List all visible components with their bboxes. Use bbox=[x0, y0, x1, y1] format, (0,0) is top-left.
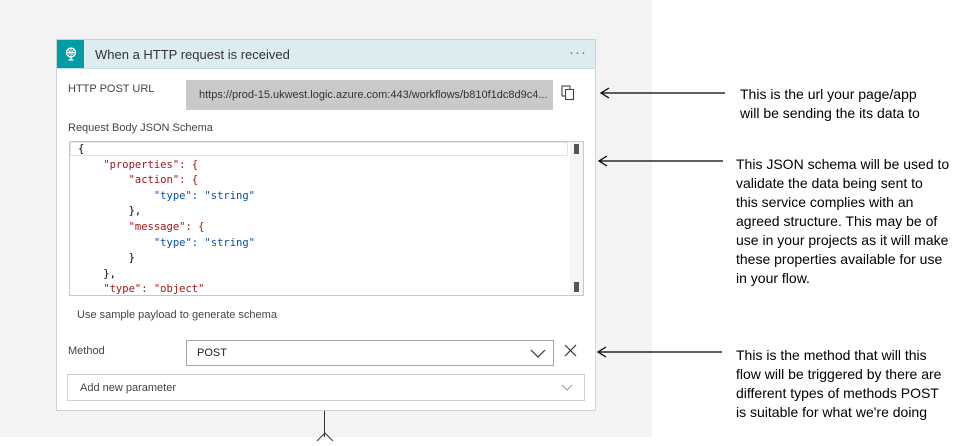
chevron-down-icon[interactable] bbox=[529, 346, 547, 365]
annotation-schema: This JSON schema will be used to validat… bbox=[736, 155, 949, 288]
annotation-arrow-method bbox=[596, 345, 723, 363]
chevron-down-icon[interactable] bbox=[560, 381, 574, 399]
schema-label: Request Body JSON Schema bbox=[68, 122, 213, 134]
method-value: POST bbox=[197, 347, 227, 359]
code-line: { bbox=[78, 143, 85, 155]
schema-code[interactable]: { "properties": { "action": { "type": "s… bbox=[78, 142, 256, 296]
more-options-icon[interactable]: ··· bbox=[569, 44, 587, 61]
annotation-line: This is the method that will this bbox=[736, 347, 927, 363]
close-icon[interactable] bbox=[564, 344, 577, 362]
code-line: "properties": { bbox=[78, 158, 199, 171]
code-line: }, bbox=[78, 205, 142, 218]
annotation-line: these properties available for use bbox=[736, 251, 943, 267]
method-dropdown[interactable]: POST bbox=[186, 340, 554, 366]
scroll-thumb-bottom[interactable] bbox=[574, 282, 579, 292]
connector-arrow-icon bbox=[316, 428, 334, 446]
annotation-arrow-schema bbox=[597, 154, 724, 172]
code-line: "action": { bbox=[78, 174, 199, 187]
annotation-line: agreed structure. This may be of bbox=[736, 213, 938, 229]
annotation-line: this service complies with an bbox=[736, 194, 914, 210]
method-label: Method bbox=[68, 345, 105, 357]
code-line: "type": "object" bbox=[78, 283, 205, 296]
trigger-header[interactable]: When a HTTP request is received ··· bbox=[57, 40, 595, 69]
http-request-icon bbox=[57, 40, 84, 68]
http-post-url-label: HTTP POST URL bbox=[68, 83, 155, 95]
trigger-title: When a HTTP request is received bbox=[95, 47, 290, 62]
annotation-line: validate the data being sent to bbox=[736, 175, 923, 191]
http-trigger-card: When a HTTP request is received ··· HTTP… bbox=[56, 39, 596, 411]
http-post-url-field[interactable]: https://prod-15.ukwest.logic.azure.com:4… bbox=[186, 80, 553, 110]
annotation-method: This is the method that will this flow w… bbox=[736, 346, 941, 422]
code-line: } bbox=[78, 252, 135, 265]
code-line: "message": { bbox=[78, 220, 205, 233]
annotation-line: This is the url your page/app bbox=[740, 86, 917, 102]
copy-icon[interactable] bbox=[561, 85, 575, 106]
scroll-thumb-top[interactable] bbox=[574, 144, 579, 154]
annotation-line: in your flow. bbox=[736, 270, 810, 286]
sample-payload-link[interactable]: Use sample payload to generate schema bbox=[77, 309, 277, 321]
code-line: }, bbox=[78, 267, 116, 280]
annotation-line: will be sending the its data to bbox=[740, 105, 920, 121]
annotation-line: is suitable for what we're doing bbox=[736, 404, 927, 420]
code-line: "type": "string" bbox=[78, 189, 256, 202]
schema-scrollbar[interactable] bbox=[570, 142, 583, 295]
annotation-line: flow will be triggered by there are bbox=[736, 366, 942, 382]
add-parameter-dropdown[interactable]: Add new parameter bbox=[67, 374, 585, 401]
schema-editor[interactable]: { "properties": { "action": { "type": "s… bbox=[69, 141, 584, 296]
annotation-line: This JSON schema will be used to bbox=[736, 156, 950, 172]
add-parameter-placeholder: Add new parameter bbox=[80, 382, 176, 394]
code-line: "type": "string" bbox=[78, 236, 256, 249]
annotation-arrow-url bbox=[599, 86, 726, 104]
annotation-line: use in your projects as it will make bbox=[736, 232, 949, 248]
annotation-url: This is the url your page/app will be se… bbox=[740, 85, 920, 123]
annotation-line: different types of methods POST bbox=[736, 385, 939, 401]
